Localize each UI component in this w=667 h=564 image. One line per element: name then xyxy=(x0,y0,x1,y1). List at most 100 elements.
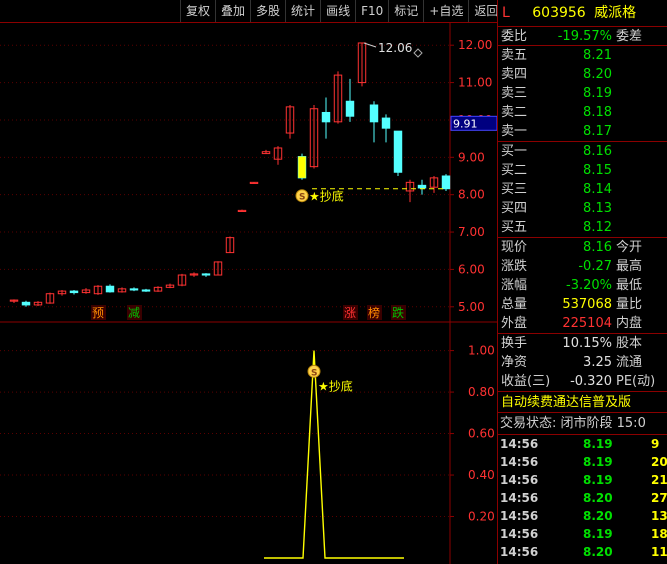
stock-name[interactable]: 威派格 xyxy=(594,5,636,21)
level-price: 8.21 xyxy=(583,48,612,63)
toolbar-button[interactable]: 画线 xyxy=(320,0,355,22)
bid-level-row[interactable]: 买三 8.14 xyxy=(498,180,667,199)
level-label: 卖三 xyxy=(501,86,528,101)
field-label-2: 内盘 xyxy=(616,316,643,331)
finance-row: 净资 3.25 流通 xyxy=(498,353,667,372)
candle-body xyxy=(381,117,391,129)
signal-candle xyxy=(298,156,306,178)
chart-svg[interactable]: 12.0011.0010.009.008.007.006.005.009.91S… xyxy=(0,22,498,564)
weibi-label: 委比 xyxy=(501,29,528,44)
tick-row: 14:56 8.19 9 xyxy=(498,435,667,453)
weibi-value: -19.57% xyxy=(557,29,612,44)
quote-row: 外盘 225104 内盘 xyxy=(498,314,667,333)
tick-row: 14:56 8.19 21 xyxy=(498,471,667,489)
field-label-2: 量比 xyxy=(616,297,643,312)
tick-volume: 18 xyxy=(651,527,667,541)
event-marker: 减 xyxy=(128,306,140,320)
field-value: 10.15% xyxy=(562,336,612,351)
toolbar-button[interactable]: 叠加 xyxy=(215,0,250,22)
level-label: 卖五 xyxy=(501,48,528,63)
field-label: 涨幅 xyxy=(501,278,528,293)
bid-level-row[interactable]: 买一 8.16 xyxy=(498,142,667,161)
tick-time: 14:56 xyxy=(500,509,539,523)
toolbar-button[interactable]: 统计 xyxy=(285,0,320,22)
weicha-label: 委差 xyxy=(616,29,643,44)
toolbar-button[interactable]: 标记 xyxy=(388,0,423,22)
quote-panel: L 603956 威派格 委比 -19.57% 委差 卖五 8.21 卖四 8.20 卖… xyxy=(497,0,667,564)
candle-body xyxy=(441,175,451,190)
toolbar-button[interactable]: 多股 xyxy=(250,0,285,22)
trade-state: 交易状态: 闭市阶段 15:0 xyxy=(500,416,646,431)
candle-body xyxy=(129,288,139,291)
stock-title: L 603956 威派格 xyxy=(498,0,667,26)
signal-label: ★抄底 xyxy=(309,189,344,204)
field-value: 8.16 xyxy=(583,240,612,255)
candle-body xyxy=(369,104,379,123)
stock-code[interactable]: 603956 xyxy=(532,5,585,21)
tick-price: 8.19 xyxy=(583,527,613,541)
toolbar-button[interactable]: +自选 xyxy=(423,0,468,22)
quote-row: 涨跌 -0.27 最高 xyxy=(498,257,667,276)
level-price: 8.14 xyxy=(583,182,612,197)
tick-volume: 27 xyxy=(651,491,667,505)
ask-level-row[interactable]: 卖三 8.19 xyxy=(498,84,667,103)
level-price: 8.19 xyxy=(583,86,612,101)
tick-price: 8.20 xyxy=(583,509,613,523)
tick-row: 14:56 8.19 20 xyxy=(498,453,667,471)
field-value: 225104 xyxy=(562,316,612,331)
bid-level-row[interactable]: 买四 8.13 xyxy=(498,199,667,218)
field-value: 537068 xyxy=(562,297,612,312)
ask-level-row[interactable]: 卖五 8.21 xyxy=(498,46,667,65)
sub-signal-coin-glyph: S xyxy=(311,368,317,378)
y-tick-label: 12.00 xyxy=(458,38,492,52)
tick-price: 8.19 xyxy=(583,455,613,469)
tick-volume: 21 xyxy=(651,473,667,487)
finance-row: 换手 10.15% 股本 xyxy=(498,334,667,353)
toolbar-button[interactable]: 复权 xyxy=(180,0,215,22)
event-marker: 涨 xyxy=(344,305,356,320)
level-label: 买五 xyxy=(501,220,528,235)
tick-volume: 9 xyxy=(651,437,660,451)
tick-time: 14:56 xyxy=(500,437,539,451)
ask-list: 卖五 8.21 卖四 8.20 卖三 8.19 卖二 8.18 卖一 8.17 xyxy=(498,45,667,141)
ask-level-row[interactable]: 卖一 8.17 xyxy=(498,122,667,141)
y-tick-label: 11.00 xyxy=(458,76,492,90)
field-value: -0.27 xyxy=(578,259,612,274)
ask-level-row[interactable]: 卖四 8.20 xyxy=(498,65,667,84)
field-label: 涨跌 xyxy=(501,259,528,274)
weibi-row: 委比 -19.57% 委差 xyxy=(498,26,667,45)
sub-y-tick-label: 1.00 xyxy=(468,344,495,358)
max-annotation-label: 12.06 xyxy=(378,41,412,55)
field-label-2: PE(动) xyxy=(616,374,656,389)
tick-price: 8.20 xyxy=(583,491,613,505)
level-label: 买二 xyxy=(501,163,528,178)
field-label: 现价 xyxy=(501,240,528,255)
bid-level-row[interactable]: 买五 8.12 xyxy=(498,218,667,237)
market-tag: L xyxy=(502,5,510,21)
renewal-banner[interactable]: 自动续费通达信普及版 xyxy=(498,391,667,413)
toolbar-button[interactable]: F10 xyxy=(355,0,388,22)
quote-row: 涨幅 -3.20% 最低 xyxy=(498,276,667,295)
level-price: 8.18 xyxy=(583,105,612,120)
tick-price: 8.19 xyxy=(583,473,613,487)
field-label: 外盘 xyxy=(501,316,528,331)
tick-price: 8.20 xyxy=(583,545,613,559)
event-marker: 榜 xyxy=(368,305,380,320)
tick-volume: 20 xyxy=(651,455,667,469)
tick-volume: 11 xyxy=(651,545,667,559)
level-price: 8.13 xyxy=(583,201,612,216)
y-tick-label: 8.00 xyxy=(458,188,485,202)
event-marker: 跌 xyxy=(392,305,404,320)
quote-list: 现价 8.16 今开 涨跌 -0.27 最高 涨幅 -3.20% 最低 总量 537068 量比 外盘 2… xyxy=(498,237,667,333)
candle-body xyxy=(69,290,79,294)
candle-body xyxy=(141,289,151,292)
sub-y-tick-label: 0.40 xyxy=(468,468,495,482)
field-label-2: 最低 xyxy=(616,278,643,293)
event-marker: 预 xyxy=(92,306,104,320)
level-price: 8.17 xyxy=(583,124,612,139)
bid-level-row[interactable]: 买二 8.15 xyxy=(498,161,667,180)
level-label: 买三 xyxy=(501,182,528,197)
ask-level-row[interactable]: 卖二 8.18 xyxy=(498,103,667,122)
tick-time: 14:56 xyxy=(500,491,539,505)
chart-area[interactable]: 12.0011.0010.009.008.007.006.005.009.91S… xyxy=(0,22,498,564)
